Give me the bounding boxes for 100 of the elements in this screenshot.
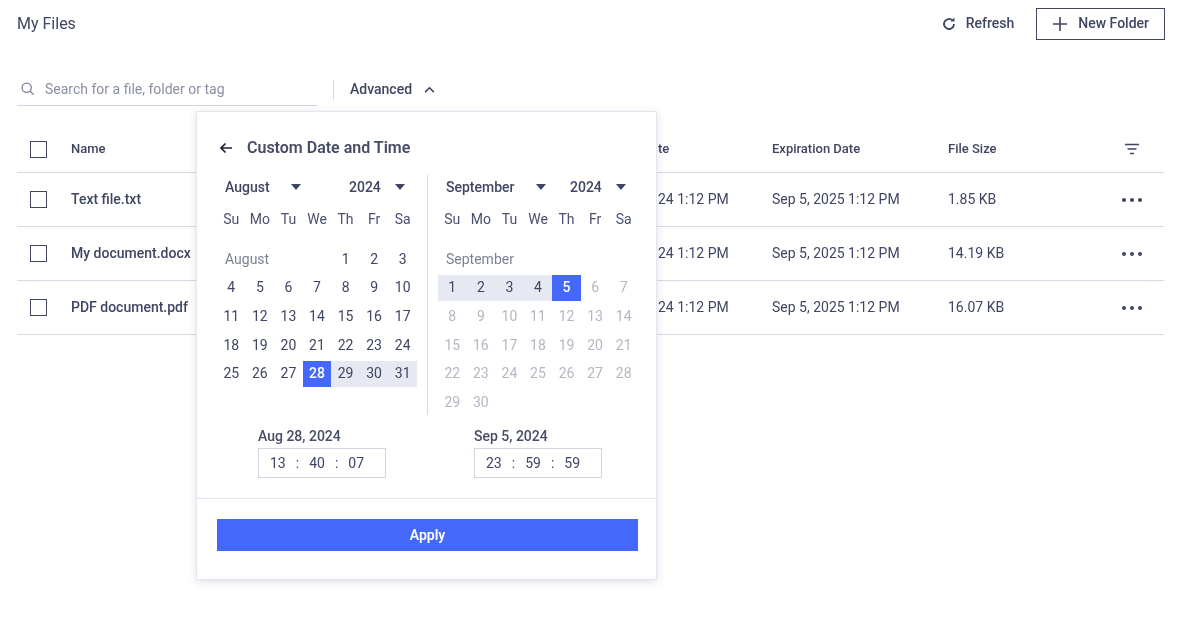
more-icon[interactable] xyxy=(1122,251,1142,256)
calendar-day[interactable]: 18 xyxy=(217,332,246,359)
calendar-day: 15 xyxy=(438,332,467,359)
calendar-day[interactable]: 26 xyxy=(245,360,275,387)
calendar-day[interactable]: 20 xyxy=(274,332,303,359)
calendar-day[interactable]: 7 xyxy=(302,274,332,301)
weekday-label: We xyxy=(307,210,327,229)
checkbox[interactable] xyxy=(30,245,47,262)
file-name[interactable]: My document.docx xyxy=(71,245,191,261)
year-dropdown[interactable]: 2024 xyxy=(349,177,405,197)
new-folder-button[interactable]: New Folder xyxy=(1036,7,1165,40)
calendar-day[interactable]: 15 xyxy=(331,303,360,330)
weekday-label: Th xyxy=(558,210,575,229)
table-cell: 24 1:12 PM xyxy=(658,299,729,315)
search-field[interactable]: Search for a file, folder or tag xyxy=(17,73,317,106)
month-caption: September xyxy=(446,249,514,269)
calendar-day: 17 xyxy=(495,332,524,359)
calendar-day[interactable]: 17 xyxy=(388,303,417,330)
calendar-day[interactable]: 4 xyxy=(217,274,246,301)
filter-icon xyxy=(1124,143,1140,155)
calendar-day[interactable]: 3 xyxy=(495,274,524,301)
calendar-day[interactable]: 1 xyxy=(331,246,360,272)
weekday-label: Mo xyxy=(470,210,491,229)
calendar-day[interactable]: 16 xyxy=(359,303,389,330)
calendar-day: 11 xyxy=(523,303,553,330)
weekday-label: Mo xyxy=(249,210,270,229)
weekday-label: Sa xyxy=(394,210,411,229)
calendar-day[interactable]: 2 xyxy=(466,274,496,301)
calendar-day[interactable]: 3 xyxy=(388,246,417,272)
calendar-day[interactable]: 9 xyxy=(359,274,389,301)
weekday-label: Tu xyxy=(280,210,297,229)
file-name[interactable]: PDF document.pdf xyxy=(71,299,188,315)
calendar-day: 9 xyxy=(466,303,496,330)
calendar-day[interactable]: 5 xyxy=(552,274,581,301)
column-header[interactable]: File Size xyxy=(948,141,997,157)
calendar-day: 8 xyxy=(438,303,467,330)
calendar-day[interactable]: 11 xyxy=(217,303,246,330)
calendar-day[interactable]: 28 xyxy=(302,360,332,387)
calendar-day: 12 xyxy=(552,303,581,330)
calendar-day[interactable]: 4 xyxy=(523,274,553,301)
calendar-day: 16 xyxy=(466,332,496,359)
column-header[interactable]: Name xyxy=(71,141,106,157)
checkbox[interactable] xyxy=(30,299,47,316)
calendar-day: 27 xyxy=(580,360,610,387)
calendar-day[interactable]: 23 xyxy=(359,332,389,359)
calendar-day[interactable]: 8 xyxy=(331,274,360,301)
calendar-day[interactable]: 21 xyxy=(302,332,332,359)
calendar-day[interactable]: 2 xyxy=(359,246,389,272)
calendar-day[interactable]: 31 xyxy=(388,360,417,387)
calendar-day[interactable]: 27 xyxy=(274,360,303,387)
table-cell: 16.07 KB xyxy=(948,299,1005,315)
month-dropdown[interactable]: August xyxy=(225,177,301,197)
apply-button[interactable]: Apply xyxy=(217,519,638,552)
file-name[interactable]: Text file.txt xyxy=(71,191,142,207)
weekday-label: Su xyxy=(444,210,461,229)
calendar-day[interactable]: 12 xyxy=(245,303,275,330)
table-cell: Sep 5, 2025 1:12 PM xyxy=(772,299,900,315)
calendar-day: 13 xyxy=(580,303,610,330)
calendar-day[interactable]: 24 xyxy=(388,332,417,359)
back-arrow-icon[interactable] xyxy=(219,141,233,154)
calendar-day[interactable]: 1 xyxy=(438,274,467,301)
calendar-day: 18 xyxy=(523,332,553,359)
caret-icon xyxy=(616,184,626,190)
calendar-day[interactable]: 10 xyxy=(388,274,417,301)
more-icon[interactable] xyxy=(1122,197,1142,202)
calendar-day[interactable]: 29 xyxy=(331,360,360,387)
calendar-day: 23 xyxy=(466,360,496,387)
month-dropdown[interactable]: September xyxy=(446,177,546,197)
calendar-day[interactable]: 30 xyxy=(359,360,389,387)
calendar-day[interactable]: 22 xyxy=(331,332,360,359)
weekday-label: Fr xyxy=(367,210,381,229)
date-label: Aug 28, 2024 xyxy=(258,427,342,445)
year-dropdown[interactable]: 2024 xyxy=(570,177,626,197)
time-field[interactable]: 23 : 59 : 59 xyxy=(474,448,602,479)
calendar-day: 6 xyxy=(580,274,610,301)
calendar-day: 7 xyxy=(609,274,638,301)
more-icon[interactable] xyxy=(1122,305,1142,310)
weekday-label: Th xyxy=(337,210,354,229)
calendar-day: 14 xyxy=(609,303,638,330)
checkbox[interactable] xyxy=(30,191,47,208)
calendar-day: 24 xyxy=(495,360,524,387)
calendar-day[interactable]: 13 xyxy=(274,303,303,330)
calendar-day: 30 xyxy=(466,389,496,416)
calendar-day[interactable]: 25 xyxy=(217,360,246,387)
refresh-button[interactable]: Refresh xyxy=(940,8,1015,39)
column-header[interactable]: te xyxy=(658,141,670,157)
calendar-day[interactable]: 6 xyxy=(274,274,303,301)
calendar-day[interactable]: 5 xyxy=(245,274,275,301)
popup-title: Custom Date and Time xyxy=(247,136,411,159)
calendar-day: 25 xyxy=(523,360,553,387)
search-icon xyxy=(21,82,35,96)
table-cell: 24 1:12 PM xyxy=(658,191,729,207)
time-field[interactable]: 13 : 40 : 07 xyxy=(258,448,386,479)
chevron-icon xyxy=(424,86,436,93)
calendar-day[interactable]: 19 xyxy=(245,332,275,359)
checkbox[interactable] xyxy=(30,140,47,158)
advanced-toggle[interactable]: Advanced xyxy=(350,75,436,104)
column-header[interactable]: Expiration Date xyxy=(772,141,861,157)
calendar-day: 29 xyxy=(438,389,467,416)
calendar-day[interactable]: 14 xyxy=(302,303,332,330)
